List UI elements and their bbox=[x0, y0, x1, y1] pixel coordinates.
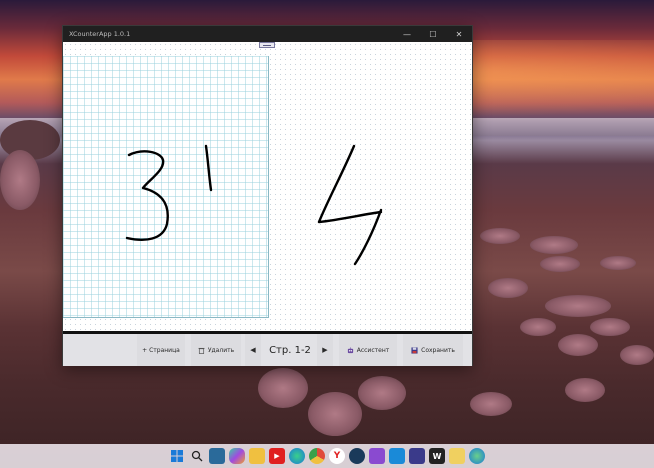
vscode-icon[interactable] bbox=[389, 448, 405, 464]
wallpaper-pool bbox=[480, 228, 520, 244]
floppy-disk-icon bbox=[411, 346, 418, 354]
handwriting-ink bbox=[125, 144, 383, 266]
delete-button[interactable]: Удалить bbox=[191, 334, 241, 366]
save-button[interactable]: Сохранить bbox=[403, 334, 463, 366]
yandex-icon[interactable]: Y bbox=[329, 448, 345, 464]
drawing-canvas[interactable] bbox=[63, 42, 472, 332]
edge-icon[interactable] bbox=[289, 448, 305, 464]
wallpaper-pool bbox=[540, 256, 580, 272]
wallpaper-pool bbox=[600, 256, 636, 270]
wallpaper-pool bbox=[520, 318, 556, 336]
file-explorer-icon[interactable] bbox=[249, 448, 265, 464]
minimize-button[interactable]: — bbox=[394, 26, 420, 42]
wallpaper-pool bbox=[558, 334, 598, 356]
add-page-label: + Страница bbox=[142, 346, 180, 354]
copilot-icon[interactable] bbox=[229, 448, 245, 464]
app-window: XCounterApp 1.0.1 — ☐ ✕ + Страница Удали… bbox=[62, 25, 473, 366]
handwritten-digit-1 bbox=[204, 144, 213, 192]
chevron-right-icon: ▶ bbox=[322, 346, 328, 354]
app-w-icon[interactable]: W bbox=[429, 448, 445, 464]
maximize-button[interactable]: ☐ bbox=[420, 26, 446, 42]
wallpaper-pool bbox=[488, 278, 528, 298]
wallpaper-pool bbox=[620, 345, 654, 365]
visual-studio-icon[interactable] bbox=[369, 448, 385, 464]
handwritten-digit-3 bbox=[125, 150, 169, 241]
youtube-icon[interactable]: ▶ bbox=[269, 448, 285, 464]
chevron-left-icon: ◀ bbox=[250, 346, 256, 354]
steam-icon[interactable] bbox=[349, 448, 365, 464]
wallpaper-pool bbox=[308, 392, 362, 436]
wallpaper-pool bbox=[565, 378, 605, 402]
window-title: XCounterApp 1.0.1 bbox=[69, 30, 131, 38]
titlebar[interactable]: XCounterApp 1.0.1 — ☐ ✕ bbox=[63, 26, 472, 42]
assistant-button[interactable]: Ассистент bbox=[339, 334, 397, 366]
chrome-icon[interactable] bbox=[309, 448, 325, 464]
wallpaper-pool bbox=[530, 236, 578, 254]
bottom-toolbar: + Страница Удалить ◀ Стр. 1-2 ▶ Ассистен… bbox=[63, 334, 472, 366]
add-page-button[interactable]: + Страница bbox=[137, 334, 185, 366]
wallpaper-pool bbox=[0, 150, 40, 210]
save-app-icon[interactable] bbox=[409, 448, 425, 464]
wallpaper-pool bbox=[470, 392, 512, 416]
next-page-button[interactable]: ▶ bbox=[317, 334, 333, 366]
notes-icon[interactable] bbox=[449, 448, 465, 464]
close-button[interactable]: ✕ bbox=[446, 26, 472, 42]
windows-start-icon[interactable] bbox=[169, 448, 185, 464]
delete-label: Удалить bbox=[207, 346, 235, 354]
prev-page-button[interactable]: ◀ bbox=[245, 334, 261, 366]
wallpaper-pool bbox=[358, 376, 406, 410]
handwritten-digit-4 bbox=[317, 144, 383, 266]
taskbar: ▶ Y W bbox=[0, 444, 654, 468]
terminal-icon[interactable] bbox=[209, 448, 225, 464]
assistant-label: Ассистент bbox=[356, 346, 390, 354]
trash-icon bbox=[198, 347, 205, 354]
save-label: Сохранить bbox=[421, 346, 455, 354]
page-indicator: Стр. 1-2 bbox=[269, 344, 311, 356]
globe-icon[interactable] bbox=[469, 448, 485, 464]
wallpaper-pool bbox=[545, 295, 611, 317]
search-icon[interactable] bbox=[189, 448, 205, 464]
wallpaper-pool bbox=[258, 368, 308, 408]
robot-icon bbox=[347, 346, 353, 353]
wallpaper-pool bbox=[590, 318, 630, 336]
